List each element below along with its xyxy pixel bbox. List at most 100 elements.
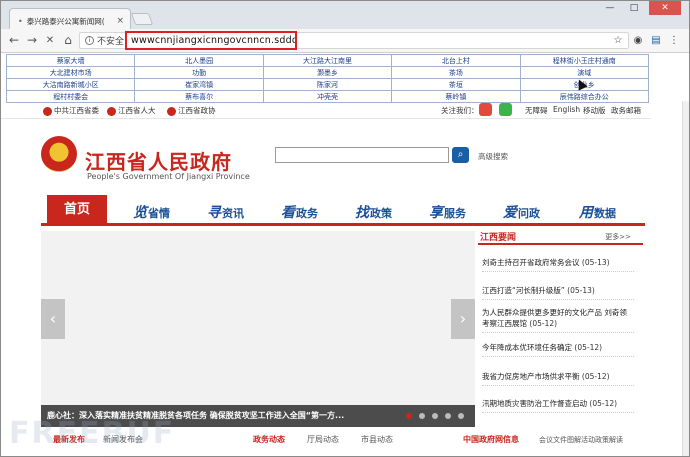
security-indicator[interactable]: i 不安全 xyxy=(85,34,124,47)
news-item[interactable]: 江西打造“河长制升级版” (05-13) xyxy=(482,285,634,300)
link-cell[interactable]: 陈家河 xyxy=(262,78,393,91)
nav-glyph: 览 xyxy=(133,205,147,221)
link-cell[interactable]: 茶垣 xyxy=(391,78,521,91)
link-congress[interactable]: 江西省人大 xyxy=(107,105,156,116)
link-cell[interactable]: 北人墨园 xyxy=(134,54,264,67)
advanced-search-link[interactable]: 高级搜索 xyxy=(478,151,508,162)
carousel-dot[interactable] xyxy=(445,413,451,419)
nav-label: 政策 xyxy=(370,207,392,220)
news-item[interactable]: 为人民群众提供更多更好的文化产品 刘奇领考察江西展馆 (05-12) xyxy=(482,307,634,333)
back-icon[interactable]: ← xyxy=(7,33,21,47)
news-item[interactable]: 今年降成本优环境任务确定 (05-12) xyxy=(482,342,634,357)
carousel-prev-button[interactable]: ‹ xyxy=(41,299,65,339)
carousel-dot[interactable] xyxy=(406,413,412,419)
news-carousel[interactable]: ‹ › 鹿心社：深入落实精准扶贫精准脱贫各项任务 确保脱贫攻坚工作进入全国“第一… xyxy=(41,231,475,427)
news-text: 汛期地质灾害防治工作督查启动 xyxy=(482,399,587,408)
news-item[interactable]: 我省力促房地产市场供求平衡 (05-12) xyxy=(482,371,634,386)
carousel-next-button[interactable]: › xyxy=(451,299,475,339)
link-label: 江西省政协 xyxy=(178,106,216,115)
tab-government-news[interactable]: 政务动态 xyxy=(253,434,285,445)
emblem-icon xyxy=(107,106,116,116)
site-name[interactable]: 江西省人民政府 xyxy=(85,146,232,175)
nav-item-overview[interactable]: 览省情 xyxy=(133,202,170,222)
news-text: 今年降成本优环境任务确定 xyxy=(482,343,572,352)
watermark-text: FREEBUF xyxy=(9,416,176,451)
english-link[interactable]: English xyxy=(553,105,580,114)
link-cell[interactable]: 北台上村 xyxy=(391,54,521,67)
close-tab-icon[interactable]: × xyxy=(116,16,124,26)
browser-toolbar: ← → ✕ ⌂ i 不安全 wwwcnnjiangxicnngovcnncn.s… xyxy=(1,29,689,53)
info-icon: i xyxy=(85,36,94,45)
link-cell[interactable]: 功勤 xyxy=(134,66,264,79)
search-input[interactable] xyxy=(275,147,449,163)
favicon-icon: • xyxy=(18,16,23,26)
browser-window: • 泰兴路泰兴公寓新闻网( × — □ ✕ ← → ✕ ⌂ i 不安全 wwwc… xyxy=(0,0,690,457)
nav-item-news[interactable]: 寻资讯 xyxy=(207,202,244,222)
nav-glyph: 寻 xyxy=(207,205,221,221)
weibo-icon[interactable] xyxy=(479,103,492,116)
home-icon[interactable]: ⌂ xyxy=(61,33,75,47)
nav-glyph: 爱 xyxy=(503,205,517,221)
link-cell[interactable]: 程林街小王庄村通南 xyxy=(519,54,650,67)
nav-label: 资讯 xyxy=(222,207,244,220)
news-date: (05-13) xyxy=(567,286,595,295)
forward-icon[interactable]: → xyxy=(25,33,39,47)
tab-documents[interactable]: 会议文件图解活动政策解读 xyxy=(539,435,623,445)
nav-item-data[interactable]: 用数据 xyxy=(579,202,616,222)
menu-icon[interactable]: ⋮ xyxy=(667,35,681,46)
nav-item-service[interactable]: 享服务 xyxy=(429,202,466,222)
more-link[interactable]: 更多>> xyxy=(605,232,631,242)
link-cell[interactable]: 演域 xyxy=(519,66,650,79)
tab-central-gov[interactable]: 中国政府网信息 xyxy=(463,434,519,445)
url-text[interactable]: wwwcnnjiangxicnngovcnncn.sdddzg.cn xyxy=(125,31,297,50)
bookmark-star-icon[interactable]: ☆ xyxy=(611,35,625,46)
email-link[interactable]: 政务邮箱 xyxy=(611,105,641,116)
link-cell[interactable]: 大江路大江南里 xyxy=(262,54,393,67)
tab-department-news[interactable]: 厅局动态 xyxy=(307,434,339,445)
nav-home[interactable]: 首页 xyxy=(47,195,107,224)
mobile-link[interactable]: 移动版 xyxy=(583,105,606,116)
page-scrollbar[interactable] xyxy=(682,101,689,456)
minimize-button[interactable]: — xyxy=(599,1,621,15)
nav-glyph: 找 xyxy=(355,205,369,221)
link-cell[interactable]: 灏墨乡 xyxy=(262,66,393,79)
nav-item-affairs[interactable]: 看政务 xyxy=(281,202,318,222)
link-cell[interactable]: 大沽南路新城小区 xyxy=(5,78,136,91)
nav-item-inquiry[interactable]: 爱问政 xyxy=(503,202,540,222)
maximize-button[interactable]: □ xyxy=(623,1,645,15)
link-party-committee[interactable]: 中共江西省委 xyxy=(43,105,99,116)
extension-icon[interactable]: ◉ xyxy=(631,35,645,46)
nav-label: 数据 xyxy=(594,207,616,220)
link-row: 大沽南路新城小区 崔家湾镇 陈家河 茶垣 创业乡 xyxy=(5,78,650,91)
accessibility-link[interactable]: 无障碍 xyxy=(525,105,548,116)
browser-tab[interactable]: • 泰兴路泰兴公寓新闻网( × xyxy=(9,8,131,29)
nav-label: 服务 xyxy=(444,207,466,220)
carousel-dot[interactable] xyxy=(458,413,464,419)
search-button[interactable]: ⌕ xyxy=(452,147,469,163)
tab-city-news[interactable]: 市县动态 xyxy=(361,434,393,445)
link-cell[interactable]: 大北建材市场 xyxy=(5,66,136,79)
link-label: 中共江西省委 xyxy=(54,106,99,115)
news-title[interactable]: 江西要闻 xyxy=(480,230,516,243)
news-date: (05-12) xyxy=(574,343,603,352)
news-item[interactable]: 汛期地质灾害防治工作督查启动 (05-12) xyxy=(482,398,634,413)
wechat-icon[interactable] xyxy=(499,103,512,116)
news-date: (05-13) xyxy=(581,258,610,267)
link-row: 大北建材市场 功勤 灏墨乡 茶场 演域 xyxy=(5,66,650,79)
translate-icon[interactable]: ▤ xyxy=(649,35,663,46)
link-cell[interactable]: 蔡家大墙 xyxy=(5,54,136,67)
nav-glyph: 用 xyxy=(579,205,593,221)
stop-icon[interactable]: ✕ xyxy=(43,35,57,46)
carousel-dot[interactable] xyxy=(432,413,438,419)
carousel-dot[interactable] xyxy=(419,413,425,419)
emblem-icon xyxy=(43,106,52,116)
nav-item-policy[interactable]: 找政策 xyxy=(355,202,392,222)
news-text: 江西打造“河长制升级版” xyxy=(482,286,565,295)
new-tab-button[interactable] xyxy=(130,13,154,25)
close-window-button[interactable]: ✕ xyxy=(649,1,681,15)
link-cell[interactable]: 茶场 xyxy=(391,66,521,79)
main-nav: 首页 览省情 寻资讯 看政务 找政策 享服务 爱问政 用数据 xyxy=(41,195,645,226)
link-cppcc[interactable]: 江西省政协 xyxy=(167,105,216,116)
link-cell[interactable]: 崔家湾镇 xyxy=(134,78,264,91)
news-item[interactable]: 刘奇主持召开省政府常务会议 (05-13) xyxy=(482,257,634,272)
